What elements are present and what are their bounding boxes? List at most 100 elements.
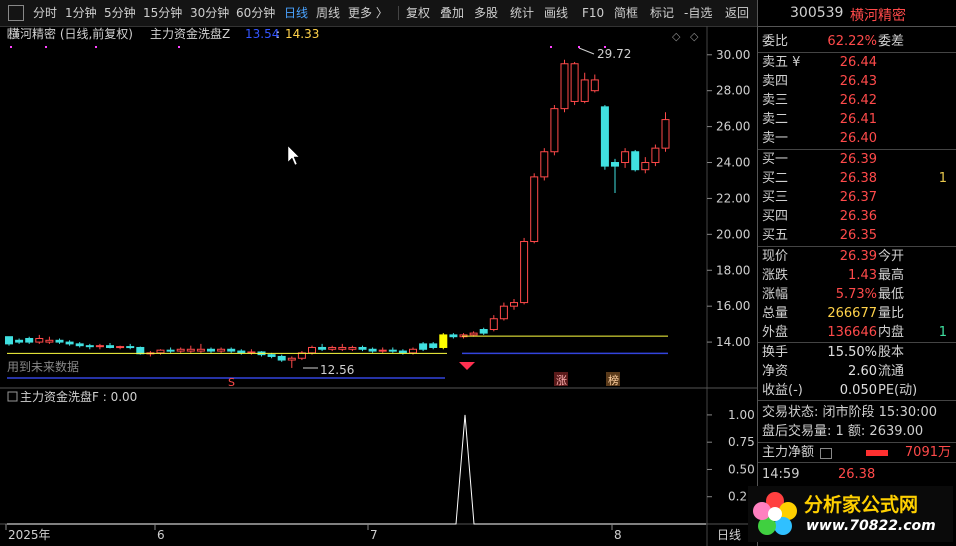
- y-tick-label: 28.00: [716, 84, 750, 98]
- candle-body: [308, 346, 316, 354]
- tb-1min[interactable]: 1分钟: [65, 5, 97, 21]
- ask-row[interactable]: 卖三 26.42: [758, 91, 956, 110]
- tb-jiankuang[interactable]: 简框: [614, 5, 638, 21]
- candle-body: [156, 349, 165, 354]
- tb-huaxian[interactable]: 画线: [544, 5, 568, 21]
- sub-y-tick-label: 1.00: [728, 408, 755, 422]
- candle-body: [631, 151, 640, 171]
- tb-back[interactable]: 返回: [725, 5, 749, 21]
- candle-body: [520, 241, 529, 304]
- bid-row[interactable]: 买三 26.37: [758, 188, 956, 207]
- candle-body: [176, 348, 185, 352]
- stat2-row: 换手 15.50% 股本: [762, 345, 905, 360]
- bid-row[interactable]: 买四 26.36: [758, 207, 956, 226]
- x-tick-label: 2025年: [8, 528, 51, 542]
- bid-row[interactable]: 买二 26.38 1: [758, 169, 956, 188]
- signal-dot: [95, 46, 97, 48]
- candle-body: [449, 334, 458, 338]
- future-data-label: 用到未来数据: [7, 359, 79, 374]
- candle-body: [510, 302, 518, 307]
- diamond-signal-icon: [459, 362, 475, 370]
- stat2-row: 收益(-) 0.050 PE(动): [762, 383, 918, 398]
- tb-30min[interactable]: 30分钟: [190, 5, 229, 21]
- tick-row: 14:59 26.38: [762, 467, 876, 482]
- kline-chart-svg[interactable]: 14.00 16.00 18.00 20.00 22.00 24.00 26.00 28.00…: [0, 26, 757, 546]
- tb-zixuan[interactable]: -自选: [684, 5, 712, 21]
- candle-body: [227, 348, 236, 352]
- bid-row[interactable]: 买一 26.39: [758, 150, 956, 169]
- stock-name: 横河精密: [850, 8, 906, 24]
- tb-duogu[interactable]: 多股: [474, 5, 498, 21]
- tb-tongji[interactable]: 统计: [510, 5, 534, 21]
- weibi-row: 委比 62.22% 委差: [762, 34, 905, 49]
- candle-body: [540, 151, 549, 178]
- close-panel-icon[interactable]: ◇: [690, 30, 699, 43]
- ask-row[interactable]: 卖二 26.41: [758, 110, 956, 129]
- trade-status-row: 交易状态: 闭市阶段 15:30:00: [762, 405, 938, 420]
- sub-indicator-line: [7, 414, 706, 525]
- period-tab[interactable]: 日线: [717, 528, 741, 542]
- tb-daily[interactable]: 日线: [284, 5, 308, 21]
- tb-weekly[interactable]: 周线: [316, 5, 340, 21]
- tb-15min[interactable]: 15分钟: [143, 5, 182, 21]
- candle-body: [65, 341, 74, 345]
- candle-body: [439, 334, 448, 348]
- stat-row: 现价 26.39 今开: [762, 249, 905, 264]
- sub-chart-title: 主力资金洗盘F : 0.00: [20, 389, 137, 404]
- ask-row[interactable]: 卖四 26.43: [758, 72, 956, 91]
- tb-5min[interactable]: 5分钟: [104, 5, 136, 21]
- chart-title: 横河精密 (日线,前复权): [8, 26, 133, 41]
- candle-body: [237, 350, 246, 354]
- candle-body: [116, 346, 125, 349]
- ask-row[interactable]: 卖五 ¥26.44: [758, 53, 956, 72]
- tb-biaoji[interactable]: 标记: [650, 5, 674, 21]
- bid-row[interactable]: 买五 26.35: [758, 226, 956, 245]
- candle-body: [651, 147, 660, 164]
- candle-body: [590, 79, 599, 92]
- candle-body: [388, 349, 397, 352]
- candle-body: [580, 79, 589, 102]
- candle-body: [499, 305, 508, 320]
- stat2-row: 净资 2.60 流通: [762, 364, 905, 379]
- indicator-val2: 14.33: [285, 27, 319, 41]
- candle-body: [217, 348, 226, 352]
- stat-row: 涨跌 1.43 最高: [762, 268, 905, 283]
- layout-toggle-icon[interactable]: [8, 5, 24, 21]
- tb-more[interactable]: 更多 〉: [348, 5, 388, 21]
- stock-code: 300539: [790, 5, 844, 21]
- signal-dot: [578, 46, 580, 48]
- signal-dot: [550, 46, 552, 48]
- tb-fenshi[interactable]: 分时: [33, 5, 57, 21]
- ask-row[interactable]: 卖一 26.40: [758, 129, 956, 148]
- candle-body: [126, 346, 135, 349]
- candle-body: [196, 348, 205, 352]
- candle-body: [611, 162, 619, 167]
- tb-diejia[interactable]: 叠加: [440, 5, 464, 21]
- signal-dot: [178, 46, 180, 48]
- candle-body: [338, 346, 347, 350]
- candle-body: [106, 345, 114, 348]
- net-amount-bar: [866, 450, 888, 456]
- after-hours-row: 盘后交易量: 1 额: 2639.00: [762, 424, 924, 439]
- candle-body: [429, 343, 438, 348]
- tb-fuquan[interactable]: 复权: [406, 5, 430, 21]
- net-menu-icon[interactable]: [820, 448, 832, 459]
- tb-60min[interactable]: 60分钟: [236, 5, 275, 21]
- candle-body: [247, 351, 256, 354]
- chart-area: 14.00 16.00 18.00 20.00 22.00 24.00 26.00 28.00…: [0, 26, 757, 546]
- diamond-icon[interactable]: ◇: [672, 30, 681, 43]
- quote-header: 300539 横河精密: [758, 0, 956, 27]
- candle-body: [378, 349, 387, 352]
- marker-bang: 榜: [608, 373, 619, 387]
- svg-text::: :: [276, 27, 280, 41]
- tb-f10[interactable]: F10: [582, 5, 604, 21]
- stat-row: 涨幅 5.73% 最低: [762, 287, 905, 302]
- sub-chart-menu-icon[interactable]: [7, 391, 18, 402]
- candle-body: [560, 63, 569, 110]
- stat-row: 总量 266677 量比: [762, 306, 905, 321]
- candle-body: [368, 348, 377, 352]
- candle-body: [600, 106, 609, 167]
- candle-body: [641, 162, 650, 171]
- candle-body: [287, 357, 296, 361]
- indicator-val1: 13.54: [245, 27, 279, 41]
